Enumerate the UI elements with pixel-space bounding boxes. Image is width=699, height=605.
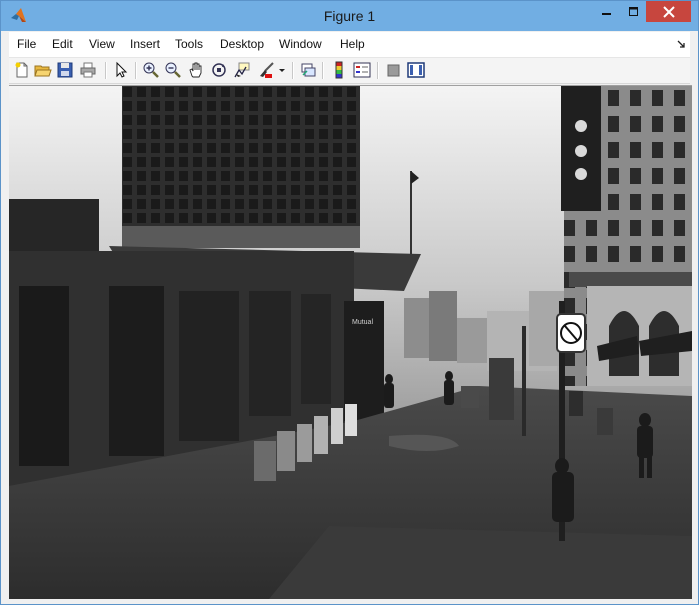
menu-desktop[interactable]: Desktop xyxy=(220,37,264,51)
figure-window: Figure 1 File Edit View Insert Tools Des… xyxy=(0,0,699,605)
menu-help[interactable]: Help xyxy=(340,37,365,51)
menu-tools[interactable]: Tools xyxy=(175,37,203,51)
minimize-icon xyxy=(601,12,611,15)
print-icon[interactable] xyxy=(79,61,97,79)
figure-toolbar xyxy=(9,58,690,84)
colorbar-icon[interactable] xyxy=(330,61,348,79)
close-button[interactable] xyxy=(646,1,691,22)
open-folder-icon[interactable] xyxy=(34,61,52,79)
toolbar-separator xyxy=(377,62,379,79)
toolbar-separator xyxy=(105,62,107,79)
figure-canvas[interactable]: Mutual xyxy=(9,85,692,599)
mutual-sign: Mutual xyxy=(352,319,373,326)
peace-banner xyxy=(561,86,601,211)
new-figure-icon[interactable] xyxy=(13,61,31,79)
pan-hand-icon[interactable] xyxy=(187,61,205,79)
brush-icon[interactable] xyxy=(257,61,275,79)
title-bar[interactable]: Figure 1 xyxy=(1,1,698,31)
toolbar-separator xyxy=(135,62,137,79)
menu-edit[interactable]: Edit xyxy=(52,37,73,51)
hide-plot-tools-icon[interactable] xyxy=(385,61,403,79)
menu-bar: File Edit View Insert Tools Desktop Wind… xyxy=(9,32,690,58)
trash-can xyxy=(461,386,479,408)
show-plot-tools-icon[interactable] xyxy=(407,61,425,79)
toolbar-separator xyxy=(322,62,324,79)
toolbar-separator xyxy=(292,62,294,79)
maximize-button[interactable] xyxy=(620,1,647,22)
link-plot-icon[interactable] xyxy=(299,61,317,79)
dock-arrow-icon[interactable] xyxy=(677,40,686,49)
rotate-3d-icon[interactable] xyxy=(210,61,228,79)
dropdown-arrow-icon[interactable] xyxy=(277,61,287,79)
office-tower xyxy=(122,86,360,248)
menu-view[interactable]: View xyxy=(89,37,115,51)
maximize-icon xyxy=(628,6,638,16)
save-icon[interactable] xyxy=(56,61,74,79)
trash-can xyxy=(569,391,583,416)
close-icon xyxy=(662,5,675,18)
zoom-out-icon[interactable] xyxy=(164,61,182,79)
menu-insert[interactable]: Insert xyxy=(130,37,160,51)
trash-can xyxy=(597,408,613,435)
legend-icon[interactable] xyxy=(353,61,371,79)
street-photo: Mutual xyxy=(9,86,692,599)
data-cursor-icon[interactable] xyxy=(233,61,251,79)
menu-file[interactable]: File xyxy=(17,37,36,51)
minimize-button[interactable] xyxy=(593,1,620,22)
zoom-in-icon[interactable] xyxy=(142,61,160,79)
pointer-icon[interactable] xyxy=(112,61,130,79)
menu-window[interactable]: Window xyxy=(279,37,322,51)
sidewalk xyxy=(269,526,692,599)
